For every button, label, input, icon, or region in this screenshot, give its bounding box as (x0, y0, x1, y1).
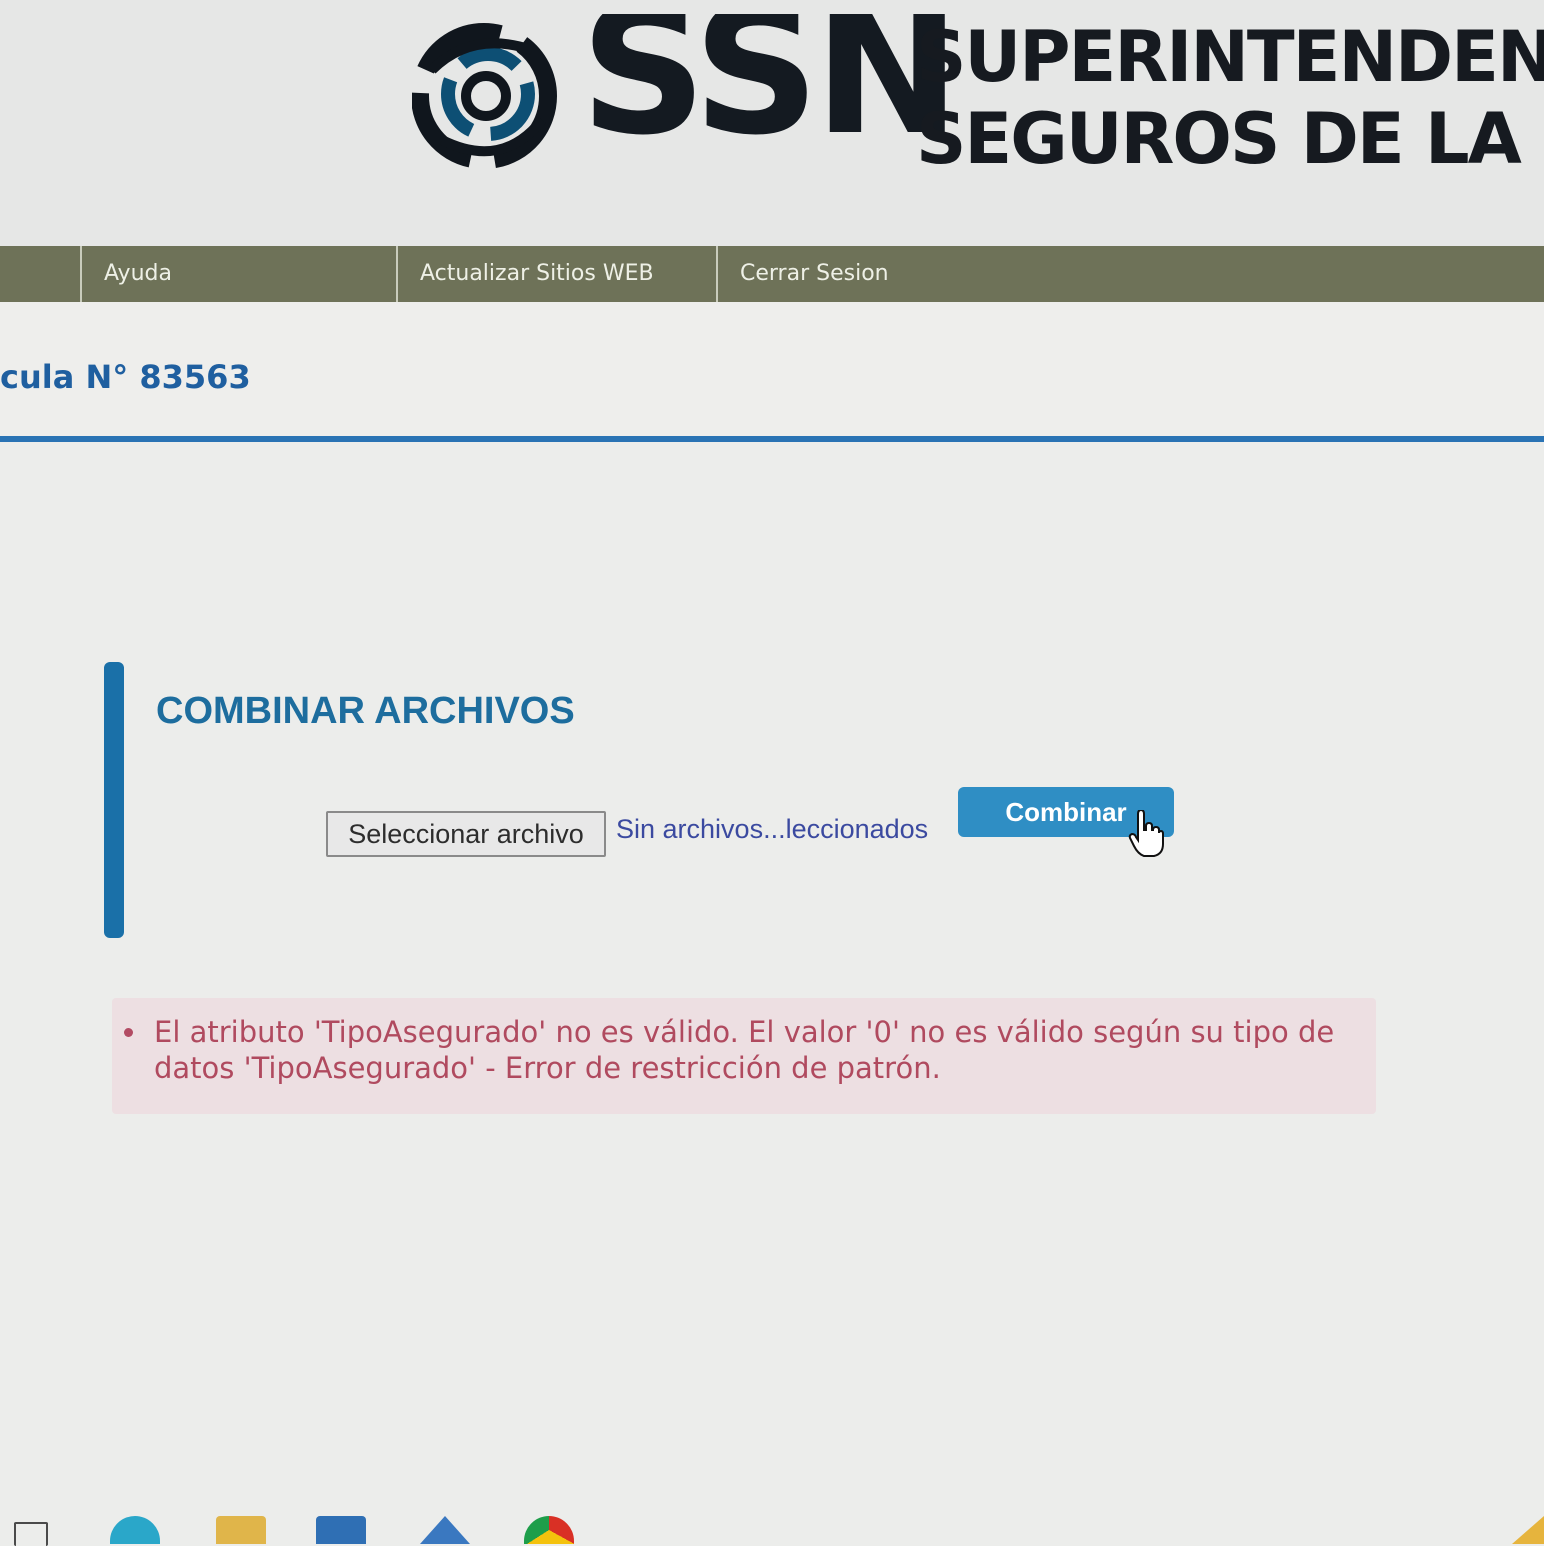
matricula-number: cula N° 83563 (0, 358, 251, 396)
nav-item-cerrar-sesion[interactable]: Cerrar Sesion (716, 246, 1544, 302)
site-header: SSN SUPERINTENDENCI SEGUROS DE LA NA (0, 0, 1544, 246)
file-status-label: Sin archivos...leccionados (616, 814, 929, 844)
hand-pointer-icon (1128, 810, 1164, 857)
nav-item-ayuda[interactable]: Ayuda (80, 246, 396, 302)
ssn-logo[interactable]: SSN SUPERINTENDENCI SEGUROS DE LA NA (412, 14, 1544, 184)
logo-line-1: SUPERINTENDENCI (916, 16, 1544, 98)
logo-agency-name: SUPERINTENDENCI SEGUROS DE LA NA (916, 16, 1544, 180)
file-explorer-icon[interactable] (216, 1516, 266, 1544)
nav-item-actualizar-sitios[interactable]: Actualizar Sitios WEB (396, 246, 716, 302)
page: SSN SUPERINTENDENCI SEGUROS DE LA NA Ayu… (0, 0, 1544, 1546)
nav-item-first[interactable] (0, 246, 80, 302)
main-nav: Ayuda Actualizar Sitios WEB Cerrar Sesio… (0, 246, 1544, 302)
error-bullet (124, 1028, 133, 1037)
logo-line-2: SEGUROS DE LA NA (916, 98, 1544, 180)
start-icon[interactable] (14, 1522, 48, 1546)
page-title: COMBINAR ARCHIVOS (156, 690, 575, 732)
ssn-swirl-icon (412, 23, 557, 169)
store-icon[interactable] (316, 1516, 366, 1544)
error-message: El atributo 'TipoAsegurado' no es válido… (154, 1015, 1335, 1085)
select-file-button[interactable]: Seleccionar archivo (326, 811, 606, 857)
panel-accent-bar (104, 662, 124, 938)
header-divider (0, 436, 1544, 442)
logo-ssn-text: SSN (580, 14, 961, 174)
